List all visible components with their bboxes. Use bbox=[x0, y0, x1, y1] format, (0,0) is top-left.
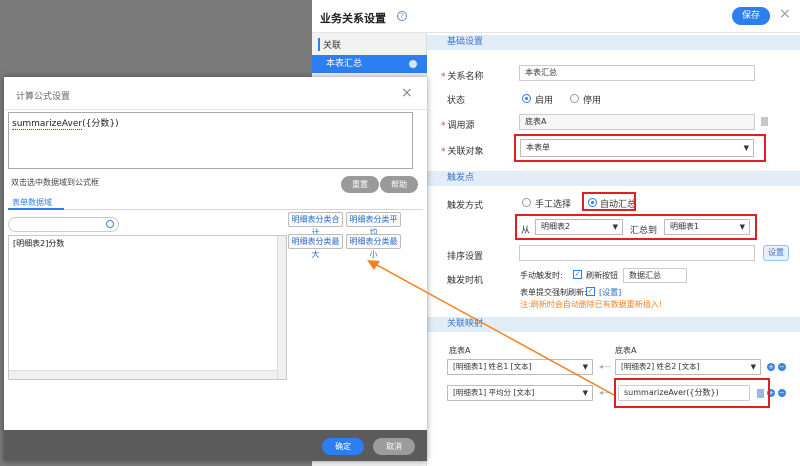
status-off-label: 停用 bbox=[583, 96, 602, 106]
panel-title: 业务关系设置 bbox=[320, 12, 386, 25]
force-refresh-checkbox[interactable]: ✓ bbox=[586, 287, 595, 296]
formula-textarea[interactable]: summarizeAver({分数}) bbox=[8, 112, 413, 169]
dialog-title: 计算公式设置 bbox=[16, 92, 71, 102]
tab-form-fields[interactable]: 表单数据域 bbox=[8, 197, 64, 210]
horizontal-scrollbar[interactable] bbox=[9, 370, 277, 379]
target-label: * 关联对象 bbox=[441, 147, 484, 157]
field-item[interactable]: [明细表2]分数 bbox=[13, 238, 64, 249]
mode-manual-label: 手工选择 bbox=[535, 200, 572, 210]
map-row2-left-select[interactable]: [明细表1] 平均分 [文本] ▼ bbox=[447, 385, 593, 401]
hint-text: 双击选中数据域到公式框 bbox=[11, 178, 99, 187]
add-row-icon[interactable]: + bbox=[767, 363, 775, 371]
status-on-label: 启用 bbox=[535, 96, 554, 106]
fn-category-avg-button[interactable]: 明细表分类平均 bbox=[346, 212, 401, 237]
remove-row-icon[interactable]: − bbox=[778, 389, 786, 397]
status-off-radio[interactable] bbox=[570, 94, 579, 103]
highlight-box-from-to bbox=[515, 214, 757, 240]
document-icon[interactable] bbox=[761, 117, 768, 126]
form-submit-label: 表单提交强制刷新: bbox=[520, 288, 587, 297]
map-arrow-icon: ◂— bbox=[599, 388, 612, 397]
divider bbox=[4, 109, 427, 110]
refresh-button-name-input[interactable]: 数据汇总 bbox=[623, 268, 687, 283]
save-button[interactable]: 保存 bbox=[732, 7, 770, 25]
fn-category-sum-button[interactable]: 明细表分类合计 bbox=[288, 212, 343, 237]
section-trigger: 触发点 bbox=[427, 171, 800, 186]
highlight-box-target bbox=[514, 134, 766, 162]
field-search-input[interactable] bbox=[8, 217, 119, 232]
ok-button[interactable]: 确定 bbox=[322, 438, 364, 455]
settings-link[interactable]: [设置] bbox=[599, 287, 621, 298]
sort-input[interactable] bbox=[519, 245, 755, 261]
formula-function: summarizeAver bbox=[12, 119, 83, 130]
help-button[interactable]: 帮助 bbox=[380, 176, 418, 193]
section-basic: 基础设置 bbox=[427, 35, 800, 50]
nav-heading: 关联 bbox=[318, 38, 341, 51]
manual-trigger-label: 手动触发时: bbox=[520, 271, 563, 280]
map-row1-left-select[interactable]: [明细表1] 姓名1 [文本] ▼ bbox=[447, 359, 593, 375]
panel-header: 业务关系设置 ? 保存 × bbox=[312, 0, 800, 33]
delete-dot-icon[interactable] bbox=[409, 60, 417, 68]
status-label: 状态 bbox=[447, 96, 466, 106]
nav-item-summary[interactable]: 本表汇总 bbox=[312, 55, 427, 73]
highlight-box-auto bbox=[582, 192, 636, 211]
sort-label: 排序设置 bbox=[447, 252, 484, 262]
vertical-scrollbar[interactable] bbox=[277, 236, 286, 379]
trigger-mode-label: 触发方式 bbox=[447, 201, 484, 211]
trigger-time-label: 触发时机 bbox=[447, 276, 484, 286]
refresh-button-label: 刷新按钮 bbox=[586, 271, 618, 280]
warning-text: 注:刷新时会自动删除已有数据重新插入! bbox=[520, 300, 662, 309]
fn-category-max-button[interactable]: 明细表分类最大 bbox=[288, 234, 343, 259]
tab-underline bbox=[8, 209, 423, 210]
close-icon[interactable]: × bbox=[779, 7, 791, 21]
nav-item-label: 本表汇总 bbox=[326, 59, 363, 69]
highlight-box-formula bbox=[614, 378, 770, 408]
sort-settings-button[interactable]: 设置 bbox=[763, 245, 789, 261]
source-label: * 调用源 bbox=[441, 121, 475, 131]
right-table-label: 底表A bbox=[615, 346, 637, 355]
mode-manual-radio[interactable] bbox=[522, 198, 531, 207]
status-on-radio[interactable] bbox=[522, 94, 531, 103]
map-row1-right-select[interactable]: [明细表2] 姓名2 [文本] ▼ bbox=[615, 359, 761, 375]
help-icon[interactable]: ? bbox=[397, 11, 407, 21]
formula-argument: ({分数}) bbox=[82, 119, 119, 129]
cancel-button[interactable]: 取消 bbox=[373, 438, 415, 455]
source-input[interactable]: 底表A bbox=[519, 114, 755, 130]
remove-row-icon[interactable]: − bbox=[778, 363, 786, 371]
search-icon[interactable] bbox=[106, 220, 114, 228]
reset-button[interactable]: 重置 bbox=[341, 176, 379, 193]
left-table-label: 底表A bbox=[449, 346, 471, 355]
relation-name-input[interactable]: 本表汇总 bbox=[519, 65, 755, 81]
fn-category-min-button[interactable]: 明细表分类最小 bbox=[346, 234, 401, 259]
refresh-button-checkbox[interactable]: ✓ bbox=[573, 270, 582, 279]
formula-dialog: 计算公式设置 × summarizeAver({分数}) 双击选中数据域到公式框… bbox=[4, 77, 427, 461]
dialog-close-icon[interactable]: × bbox=[401, 85, 413, 101]
map-arrow-icon: ◂— bbox=[599, 362, 612, 371]
section-mapping: 关联映射 bbox=[427, 317, 800, 332]
field-list: [明细表2]分数 bbox=[8, 235, 287, 380]
settings-content: 基础设置 * 关系名称 本表汇总 状态 启用 停用 * 调用源 底表A * 关联对象 … bbox=[427, 33, 800, 466]
name-label: * 关系名称 bbox=[441, 72, 484, 82]
